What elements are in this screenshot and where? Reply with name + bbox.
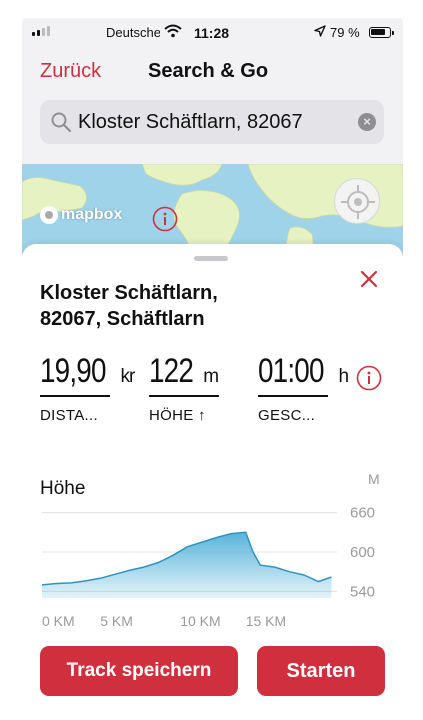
place-name: Kloster Schäftlarn, 82067, Schäftlarn (40, 280, 340, 332)
crosshair-icon (341, 185, 375, 219)
stat-distance-underline (40, 395, 110, 397)
location-arrow-icon (314, 25, 326, 40)
navigation-bar: Zurück Search & Go (22, 48, 403, 96)
stat-distance-unit: kr (120, 366, 136, 387)
stats-info-icon[interactable] (356, 365, 382, 396)
start-button[interactable]: Starten (257, 646, 385, 696)
y-tick-label: 660 (350, 505, 375, 522)
x-tick-label: 0 KM (42, 613, 75, 629)
map-info-icon[interactable] (152, 206, 178, 237)
search-icon (50, 111, 72, 138)
stat-elevation-label: HÖHE ↑ (149, 407, 206, 424)
battery-percent: 79 % (330, 25, 360, 40)
stat-duration: 01:00 h GESC... (258, 352, 354, 424)
stat-elevation-unit: m (203, 366, 219, 387)
stat-duration-unit: h (338, 366, 350, 387)
place-line-1: Kloster Schäftlarn, (40, 282, 218, 304)
stat-distance-value: 19,90 (40, 352, 106, 390)
y-tick-label: 600 (350, 544, 375, 561)
battery-icon (369, 27, 394, 38)
status-bar: Deutsche Telekom 11:28 79 % (22, 18, 403, 48)
clear-search-icon[interactable]: × (358, 113, 376, 131)
signal-indicator (32, 26, 50, 36)
stat-elevation-underline (149, 395, 219, 397)
signal-icon (32, 26, 50, 36)
x-tick-label: 15 KM (246, 613, 286, 629)
place-line-2: 82067, Schäftlarn (40, 308, 205, 330)
clock: 11:28 (194, 25, 230, 41)
mapbox-logo: mapbox (40, 206, 122, 224)
stat-elevation-value: 122 (149, 352, 194, 390)
mapbox-logo-icon (40, 206, 58, 224)
search-bar: × (40, 100, 384, 144)
phone-screen: Deutsche Telekom 11:28 79 % Zurück Searc… (22, 18, 403, 702)
wifi-icon (164, 24, 182, 41)
stat-distance: 19,90 kr DISTA... (40, 352, 136, 424)
mapbox-wordmark: mapbox (61, 206, 123, 223)
y-tick-label: 540 (350, 583, 375, 600)
stat-duration-value: 01:00 (258, 352, 324, 390)
y-axis-unit: M (368, 471, 380, 487)
x-tick-label: 5 KM (100, 613, 133, 629)
chart-title: Höhe (40, 478, 86, 499)
back-button[interactable]: Zurück (40, 60, 101, 83)
stat-distance-label: DISTA... (40, 407, 98, 424)
sheet-grabber[interactable] (194, 256, 228, 261)
search-input[interactable] (78, 100, 348, 144)
page-title: Search & Go (148, 60, 269, 82)
stat-elevation: 122 m HÖHE ↑ (149, 352, 245, 424)
locate-me-button[interactable] (334, 178, 380, 224)
x-tick-label: 10 KM (180, 613, 220, 629)
save-track-button[interactable]: Track speichern (40, 646, 238, 696)
elevation-area (42, 532, 332, 598)
route-detail-sheet: Kloster Schäftlarn, 82067, Schäftlarn 19… (22, 244, 403, 702)
close-icon[interactable] (358, 268, 380, 290)
stat-duration-label: GESC... (258, 407, 316, 424)
stat-duration-underline (258, 395, 328, 397)
carrier-name: Deutsche Telekom (106, 25, 160, 40)
